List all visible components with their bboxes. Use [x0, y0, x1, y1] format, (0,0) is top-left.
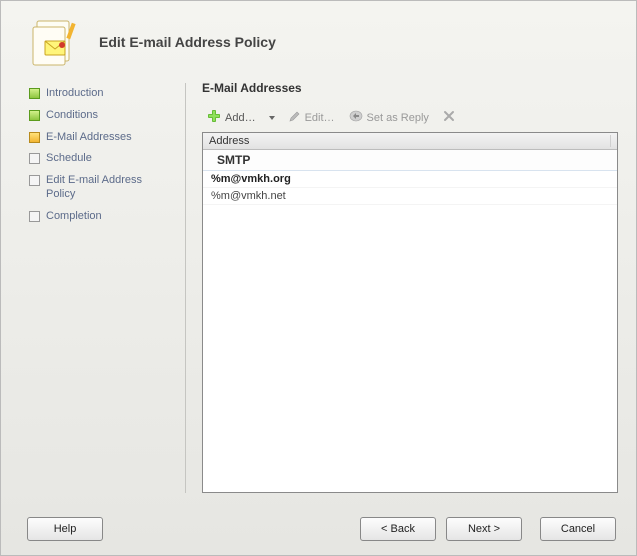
back-button[interactable]: < Back: [360, 517, 436, 541]
add-button[interactable]: Add…: [202, 106, 261, 129]
section-title: E-Mail Addresses: [202, 81, 618, 95]
reply-icon: [349, 110, 363, 126]
column-address: Address: [209, 135, 611, 147]
envelope-pencil-icon: [31, 17, 81, 67]
step-completion[interactable]: Completion: [29, 206, 169, 228]
step-label: Completion: [46, 210, 102, 224]
step-label: Schedule: [46, 152, 92, 166]
list-column-header[interactable]: Address: [203, 133, 617, 150]
step-label: Edit E-mail Address Policy: [46, 174, 169, 202]
step-label: Introduction: [46, 87, 103, 101]
dropdown-caret-icon[interactable]: [269, 116, 275, 120]
edit-label: Edit…: [305, 112, 335, 124]
edit-button[interactable]: Edit…: [283, 107, 340, 129]
plus-icon: [207, 109, 221, 126]
step-schedule[interactable]: Schedule: [29, 148, 169, 170]
step-edit-policy[interactable]: Edit E-mail Address Policy: [29, 170, 169, 206]
step-conditions[interactable]: Conditions: [29, 105, 169, 127]
list-item[interactable]: %m@vmkh.net: [203, 188, 617, 205]
help-button[interactable]: Help: [27, 517, 103, 541]
step-introduction[interactable]: Introduction: [29, 83, 169, 105]
checkbox-icon: [29, 211, 40, 222]
wizard-window: Edit E-mail Address Policy Introduction …: [0, 0, 637, 556]
delete-button[interactable]: [438, 107, 460, 128]
checkbox-icon: [29, 175, 40, 186]
checkbox-icon: [29, 132, 40, 143]
step-label: E-Mail Addresses: [46, 131, 132, 145]
wizard-steps: Introduction Conditions E-Mail Addresses…: [29, 77, 169, 507]
list-item[interactable]: %m@vmkh.org: [203, 171, 617, 188]
wizard-header: Edit E-mail Address Policy: [1, 1, 636, 77]
cancel-button[interactable]: Cancel: [540, 517, 616, 541]
wizard-content: E-Mail Addresses Add…: [202, 77, 618, 507]
add-label: Add…: [225, 112, 256, 124]
set-as-reply-label: Set as Reply: [367, 112, 429, 124]
address-toolbar: Add… Edit…: [202, 103, 618, 132]
checkbox-icon: [29, 153, 40, 164]
step-label: Conditions: [46, 109, 98, 123]
next-button[interactable]: Next >: [446, 517, 522, 541]
address-list: Address SMTP %m@vmkh.org %m@vmkh.net: [202, 132, 618, 493]
vertical-divider: [185, 83, 186, 493]
list-body[interactable]: SMTP %m@vmkh.org %m@vmkh.net: [203, 150, 617, 492]
wizard-footer: Help < Back Next > Cancel: [1, 507, 636, 555]
wizard-body: Introduction Conditions E-Mail Addresses…: [1, 77, 636, 507]
step-email-addresses[interactable]: E-Mail Addresses: [29, 127, 169, 149]
x-icon: [443, 110, 455, 125]
set-as-reply-button[interactable]: Set as Reply: [344, 107, 434, 129]
page-title: Edit E-mail Address Policy: [99, 34, 276, 50]
checkbox-icon: [29, 88, 40, 99]
checkbox-icon: [29, 110, 40, 121]
group-row-smtp[interactable]: SMTP: [203, 150, 617, 171]
pencil-icon: [288, 110, 301, 126]
